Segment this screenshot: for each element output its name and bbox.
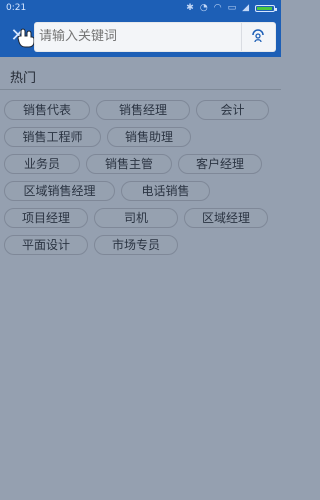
wifi-icon: ◠ (213, 3, 222, 13)
tag-sales-assistant[interactable]: 销售助理 (107, 127, 191, 147)
tag-row: 平面设计 市场专员 (4, 235, 279, 255)
status-icons: ✱ ◔ ◠ ▭ ◢ (186, 0, 277, 16)
tag-row: 项目经理 司机 区域经理 (4, 208, 279, 228)
tag-sales-manager[interactable]: 销售经理 (96, 100, 190, 120)
tag-row: 区域销售经理 电话销售 (4, 181, 279, 201)
tag-sales-supervisor[interactable]: 销售主管 (86, 154, 172, 174)
alarm-icon: ◔ (199, 3, 208, 13)
tag-regional-sales-manager[interactable]: 区域销售经理 (4, 181, 115, 201)
signal-icon: ▭ (227, 3, 237, 13)
tag-accountant[interactable]: 会计 (196, 100, 269, 120)
battery-icon (255, 4, 277, 12)
tag-sales-representative[interactable]: 销售代表 (4, 100, 90, 120)
search-input[interactable] (39, 29, 219, 44)
tag-project-manager[interactable]: 项目经理 (4, 208, 88, 228)
tag-sales-engineer[interactable]: 销售工程师 (4, 127, 101, 147)
bluetooth-icon: ✱ (186, 3, 194, 13)
signal-icon: ◢ (242, 3, 249, 13)
tag-telemarketing[interactable]: 电话销售 (121, 181, 210, 201)
tag-account-manager[interactable]: 客户经理 (178, 154, 262, 174)
tag-driver[interactable]: 司机 (94, 208, 178, 228)
voice-search-button[interactable] (241, 23, 273, 51)
search-header: ✕ (0, 16, 281, 57)
hot-title: 热门 (10, 71, 37, 86)
tag-graphic-design[interactable]: 平面设计 (4, 235, 88, 255)
tag-marketing-specialist[interactable]: 市场专员 (94, 235, 178, 255)
status-time: 0:21 (6, 3, 27, 13)
tag-row: 销售代表 销售经理 会计 (4, 100, 279, 120)
status-bar: 0:21 ✱ ◔ ◠ ▭ ◢ (0, 0, 281, 16)
voice-search-icon (251, 29, 264, 43)
tag-salesperson[interactable]: 业务员 (4, 154, 80, 174)
search-box[interactable] (34, 22, 276, 52)
section-divider (0, 89, 281, 90)
hot-tag-list: 销售代表 销售经理 会计 销售工程师 销售助理 业务员 销售主管 客户经理 区域… (4, 100, 279, 262)
pointer-hand-icon (17, 28, 35, 48)
tag-regional-manager[interactable]: 区域经理 (184, 208, 268, 228)
tag-row: 业务员 销售主管 客户经理 (4, 154, 279, 174)
battery-fill (257, 6, 272, 10)
tag-row: 销售工程师 销售助理 (4, 127, 279, 147)
